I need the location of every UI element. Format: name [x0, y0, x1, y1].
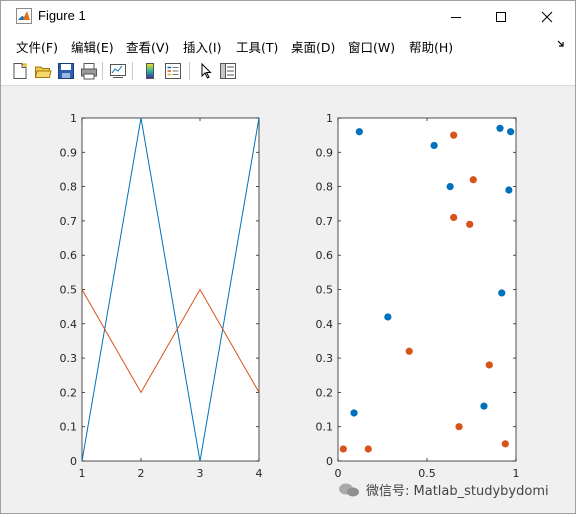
- scatter-point-series-2: [485, 361, 493, 369]
- link-plot-icon[interactable]: [109, 62, 127, 80]
- scatter-point-series-2: [450, 131, 458, 139]
- scatter-point-series-1: [498, 289, 506, 297]
- menu-edit[interactable]: 编辑(E): [71, 37, 114, 56]
- toolbar-separator: [189, 62, 190, 80]
- close-button[interactable]: [524, 1, 570, 32]
- y-tick-label: 0: [70, 455, 77, 468]
- x-tick-label: 2: [138, 467, 145, 480]
- toolbar-separator: [132, 62, 133, 80]
- menu-help[interactable]: 帮助(H): [409, 37, 453, 56]
- new-figure-icon[interactable]: [11, 62, 29, 80]
- figure-canvas: 0 0.1 0.2 0.3 0.4 0.5 0.6 0.7 0.8 0.9 1 1 2 3 4 0 0.1 0.2…: [1, 86, 575, 513]
- figure-window: Figure 1 文件(F) 编辑(E) 查看(V) 插入(I) 工具(T) 桌…: [0, 0, 576, 514]
- menu-view[interactable]: 查看(V): [126, 37, 169, 56]
- edit-plot-icon[interactable]: [197, 62, 215, 80]
- property-inspector-icon[interactable]: [219, 62, 237, 80]
- window-title: Figure 1: [38, 8, 86, 23]
- y-tick-label: 0.8: [60, 181, 78, 194]
- scatter-point-series-2: [501, 440, 509, 448]
- scatter-point-series-1: [480, 402, 488, 410]
- menu-tools[interactable]: 工具(T): [236, 37, 278, 56]
- scatter-point-series-1: [355, 128, 363, 136]
- x-tick-label: 1: [79, 467, 86, 480]
- toolbar-dock-arrow-icon[interactable]: [556, 39, 566, 49]
- y-tick-label: 0.3: [60, 352, 78, 365]
- menu-file[interactable]: 文件(F): [16, 37, 58, 56]
- y-tick-label: 0: [326, 455, 333, 468]
- scatter-point-series-2: [455, 423, 463, 431]
- close-icon: [541, 11, 553, 22]
- wechat-logo-icon: [339, 483, 359, 496]
- scatter-point-series-2: [339, 445, 347, 453]
- y-tick-label: 0.7: [316, 215, 334, 228]
- y-tick-label: 0.3: [316, 352, 334, 365]
- scatter-point-series-2: [450, 213, 458, 222]
- y-tick-label: 0.7: [60, 215, 78, 228]
- menu-insert[interactable]: 插入(I): [183, 37, 221, 56]
- minimize-button[interactable]: [433, 1, 479, 32]
- menu-desktop[interactable]: 桌面(D): [291, 37, 335, 56]
- insert-legend-icon[interactable]: [164, 62, 182, 80]
- y-tick-label: 0.2: [316, 386, 334, 399]
- y-tick-label: 0.1: [60, 421, 78, 434]
- menu-window[interactable]: 窗口(W): [348, 37, 395, 56]
- scatter-point-series-1: [507, 128, 515, 136]
- menu-bar: 文件(F) 编辑(E) 查看(V) 插入(I) 工具(T) 桌面(D) 窗口(W…: [1, 32, 575, 57]
- title-bar[interactable]: Figure 1: [1, 1, 575, 32]
- figure-plots: 0 0.1 0.2 0.3 0.4 0.5 0.6 0.7 0.8 0.9 1 1 2 3 4 0 0.1 0.2…: [60, 112, 520, 480]
- x-tick-label: 0: [335, 467, 342, 480]
- scatter-point-series-1: [384, 313, 392, 321]
- y-tick-label: 0.8: [316, 181, 334, 194]
- x-tick-label: 1: [513, 467, 520, 480]
- scatter-point-series-2: [364, 445, 372, 453]
- watermark-text: 微信号: Matlab_studybydomi: [366, 484, 549, 499]
- maximize-button[interactable]: [478, 1, 524, 32]
- y-tick-label: 0.9: [316, 146, 334, 159]
- save-icon[interactable]: [57, 62, 75, 80]
- scatter-point-series-2: [466, 220, 474, 228]
- x-tick-label: 3: [197, 467, 204, 480]
- maximize-icon: [496, 11, 506, 22]
- plot-area-2: [337, 117, 517, 462]
- y-tick-label: 0.5: [60, 284, 78, 297]
- y-tick-label: 1: [326, 112, 333, 125]
- y-tick-label: 0.6: [60, 249, 78, 262]
- y-tick-label: 0.6: [316, 249, 334, 262]
- y-tick-label: 0.9: [60, 146, 78, 159]
- x-tick-label: 4: [256, 467, 263, 480]
- y-tick-label: 0.5: [316, 284, 334, 297]
- scatter-point-series-1: [430, 141, 438, 150]
- open-file-icon[interactable]: [34, 62, 52, 80]
- y-tick-label: 0.4: [316, 318, 334, 331]
- y-tick-label: 0.4: [60, 318, 78, 331]
- scatter-point-series-1: [446, 183, 454, 191]
- scatter-point-series-2: [405, 347, 413, 355]
- toolbar: [1, 57, 575, 86]
- scatter-point-series-1: [496, 124, 504, 132]
- scatter-point-series-1: [505, 186, 513, 194]
- insert-colorbar-icon[interactable]: [141, 62, 159, 80]
- watermark: 微信号: Matlab_studybydomi: [338, 480, 549, 499]
- toolbar-separator: [102, 62, 103, 80]
- scatter-point-series-1: [350, 409, 358, 417]
- y-tick-label: 0.2: [60, 386, 78, 399]
- y-tick-label: 1: [70, 112, 77, 125]
- x-tick-label: 0.5: [418, 467, 436, 480]
- matlab-logo-icon: [16, 8, 32, 24]
- scatter-point-series-2: [469, 176, 477, 184]
- y-tick-label: 0.1: [316, 421, 334, 434]
- minimize-icon: [451, 16, 461, 18]
- print-icon[interactable]: [80, 62, 98, 80]
